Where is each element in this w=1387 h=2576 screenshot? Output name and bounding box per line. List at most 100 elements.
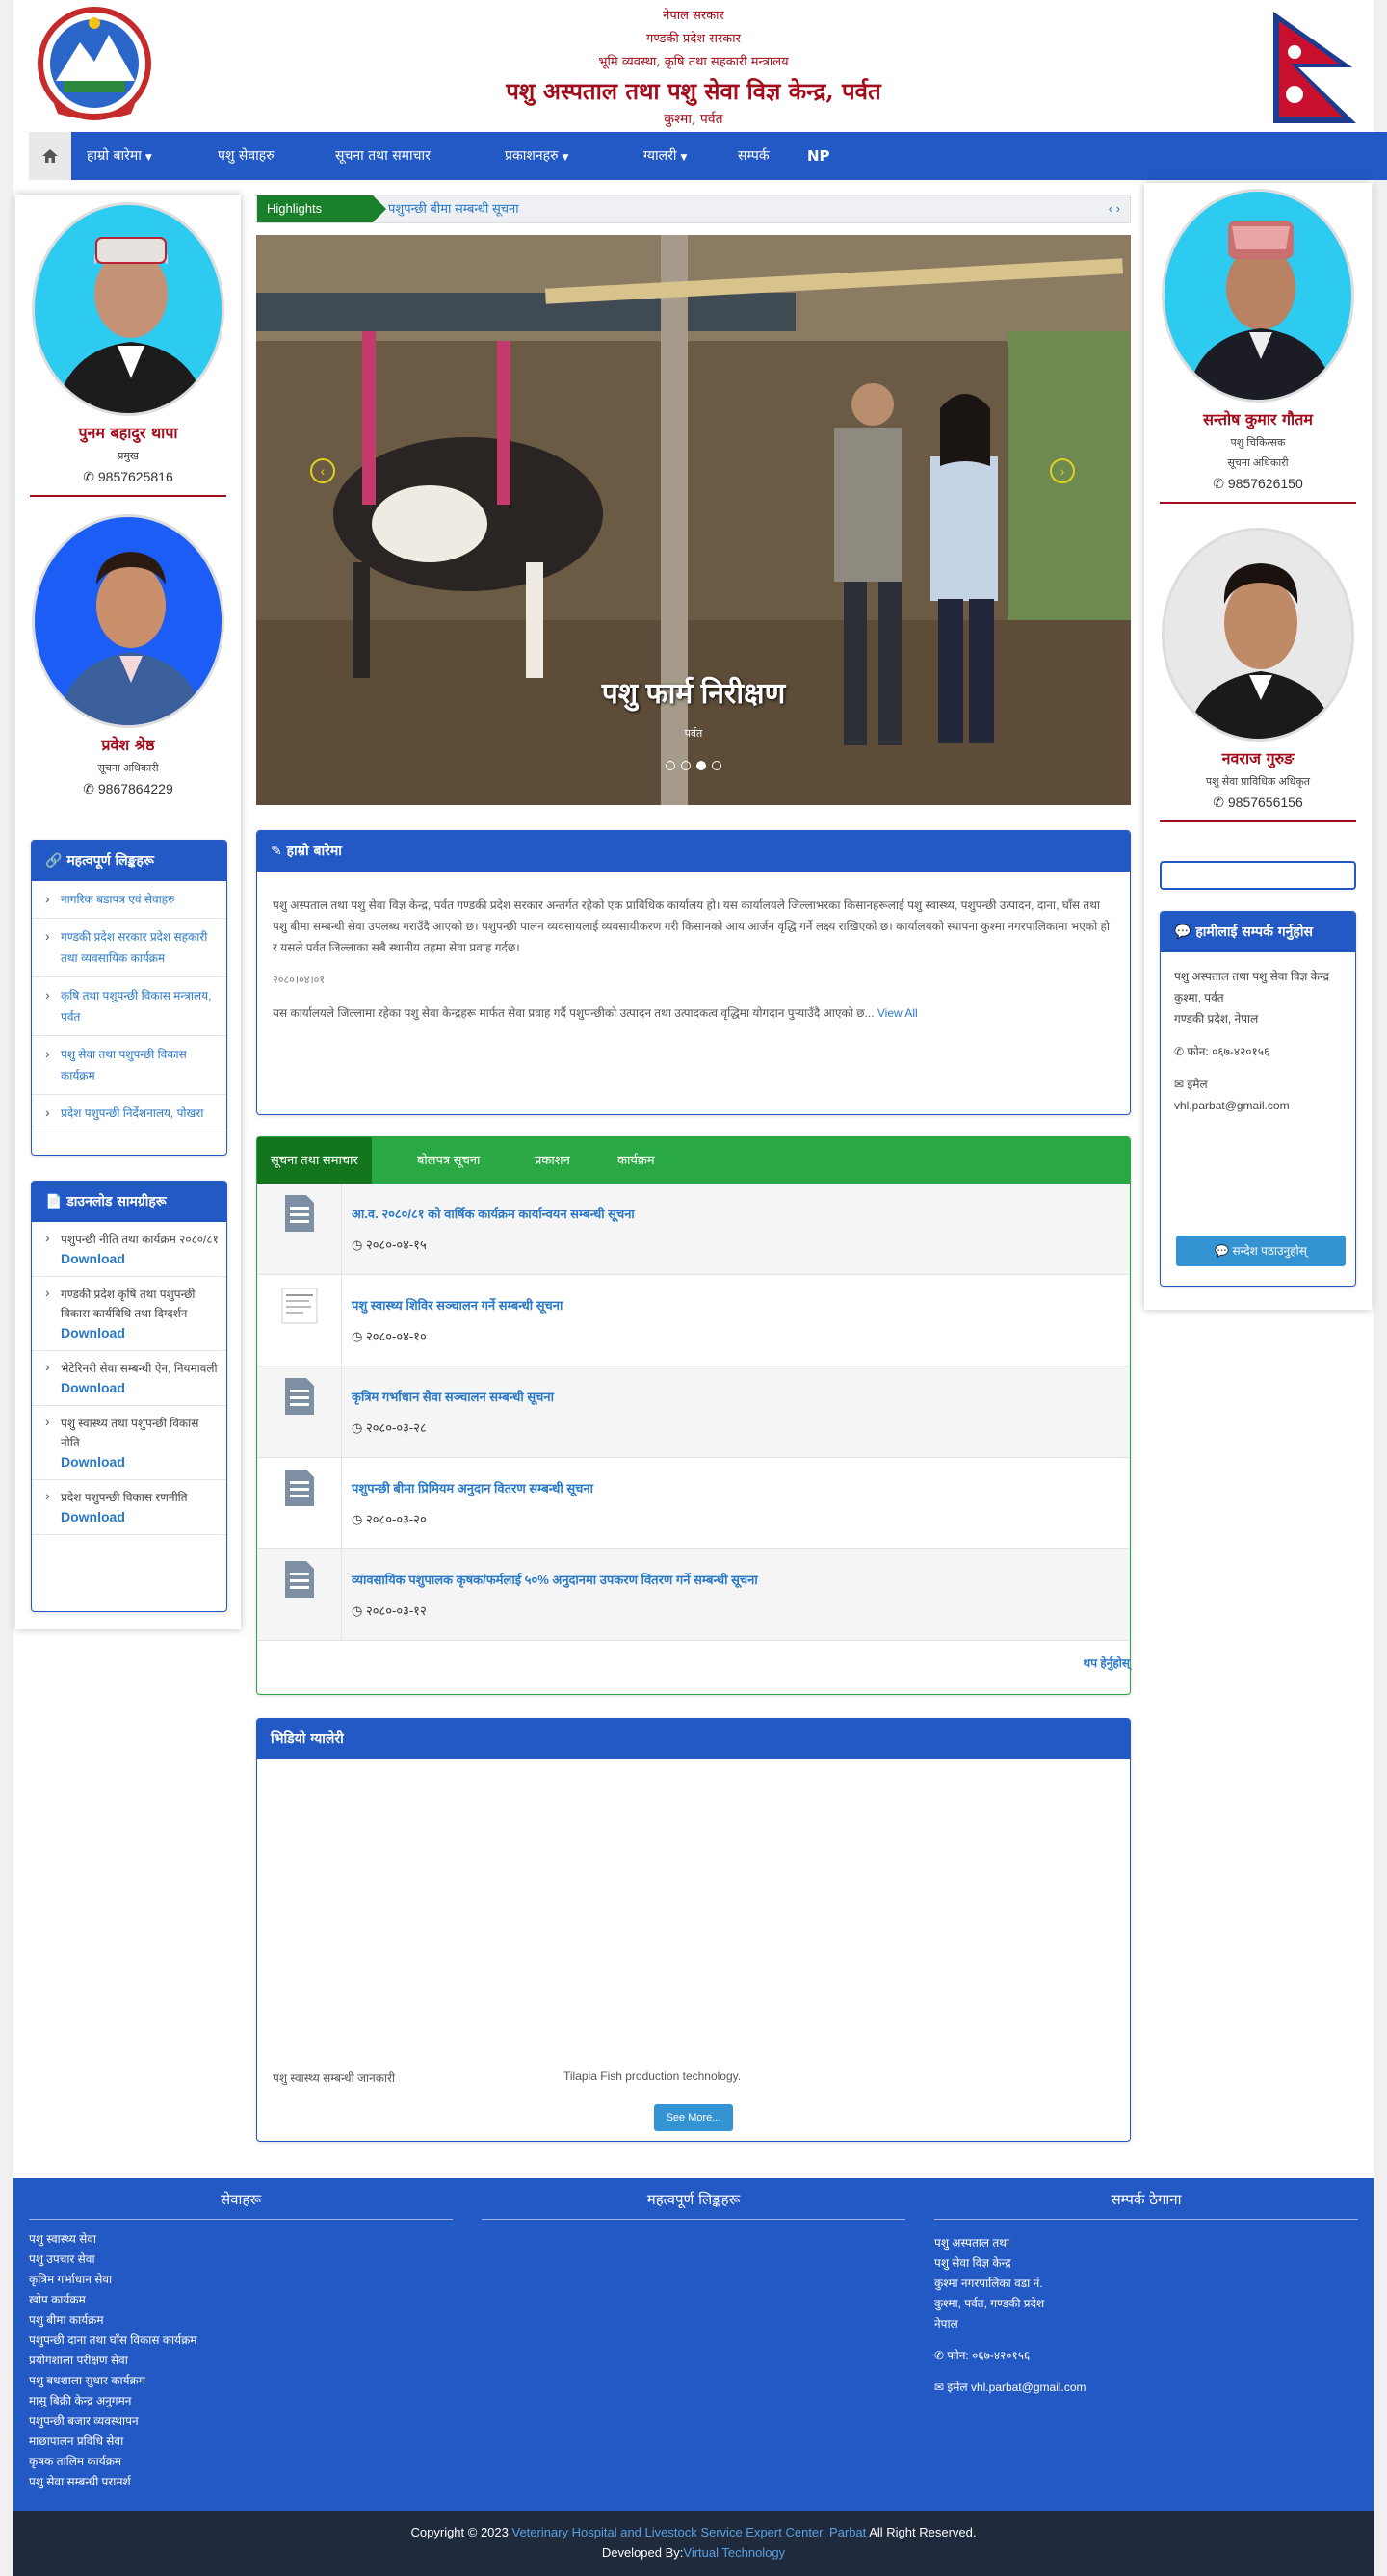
- quick-link-item[interactable]: कृषि तथा पशुपन्छी विकास मन्त्रालय, पर्वत: [32, 977, 226, 1036]
- tab-programs[interactable]: कार्यक्रम: [604, 1137, 668, 1184]
- official-phone: ✆ 9867864229: [15, 781, 241, 797]
- clock-icon: ◷: [352, 1420, 363, 1435]
- slide-photo: [256, 235, 1131, 805]
- video-gallery-header: भिडियो ग्यालेरी: [257, 1719, 1130, 1759]
- clock-icon: ◷: [352, 1512, 363, 1526]
- footer-link[interactable]: माछापालन प्रविधि सेवा: [29, 2432, 453, 2452]
- nav-gallery[interactable]: ग्यालरी ▼: [643, 132, 687, 180]
- developer-line: Developed By:Virtual Technology: [13, 2545, 1374, 2560]
- footer-link[interactable]: पशु उपचार सेवा: [29, 2250, 453, 2270]
- nav-news[interactable]: सूचना तथा समाचार: [335, 132, 431, 180]
- footer-address-line: नेपाल: [934, 2317, 958, 2330]
- envelope-icon: ✉: [934, 2381, 945, 2394]
- ticker-controls[interactable]: ‹ ›: [1109, 195, 1120, 222]
- slider-prev-icon[interactable]: ‹: [310, 458, 335, 483]
- see-more-button[interactable]: See More...: [654, 2104, 733, 2131]
- nav-services[interactable]: पशु सेवाहरु: [218, 132, 275, 180]
- tab-publications[interactable]: प्रकाशन: [521, 1137, 584, 1184]
- official-role: सूचना अधिकारी: [1227, 457, 1289, 469]
- clock-icon: ◷: [352, 1603, 363, 1618]
- slider-next-icon[interactable]: ›: [1050, 458, 1075, 483]
- view-more-link[interactable]: थप हेर्नुहोस्: [1084, 1654, 1130, 1671]
- notice-title[interactable]: पशु स्वास्थ्य शिविर सञ्चालन गर्ने सम्बन्…: [352, 1296, 1116, 1314]
- footer-link[interactable]: पशु बधशाला सुधार कार्यक्रम: [29, 2371, 453, 2391]
- notice-date: ◷ २०८०-०४-१५: [352, 1236, 427, 1253]
- quick-link-item[interactable]: गण्डकी प्रदेश सरकार प्रदेश सहकारी तथा व्…: [32, 919, 226, 977]
- tab-news[interactable]: सूचना तथा समाचार: [257, 1137, 372, 1184]
- send-message-button[interactable]: 💬 सन्देश पठाउनुहोस्: [1176, 1236, 1346, 1266]
- footer-address-line: कुश्मा नगरपालिका वडा नं.: [934, 2277, 1043, 2290]
- quick-link-item[interactable]: नागरिक बडापत्र एवं सेवाहरु: [32, 881, 226, 919]
- notice-title[interactable]: व्यावसायिक पशुपालक कृषक/फर्मलाई ५०% अनुद…: [352, 1571, 1116, 1588]
- footer-email-label: इमेल: [947, 2381, 968, 2394]
- slider-dot-active[interactable]: [696, 761, 706, 770]
- nav-publications[interactable]: प्रकाशनहरु ▼: [505, 132, 568, 180]
- document-icon: [257, 1184, 342, 1274]
- footer-link[interactable]: पशुपन्छी बजार व्यवस्थापन: [29, 2411, 453, 2432]
- view-all-link[interactable]: View All: [877, 1006, 918, 1020]
- highlights-text[interactable]: पशुपन्छी बीमा सम्बन्धी सूचना: [388, 195, 519, 222]
- slider-dot[interactable]: [681, 761, 691, 770]
- slider-dot[interactable]: [666, 761, 675, 770]
- notice-title[interactable]: पशुपन्छी बीमा प्रिमियम अनुदान वितरण सम्ब…: [352, 1479, 1116, 1496]
- slider-dot[interactable]: [712, 761, 721, 770]
- nav-about[interactable]: हाम्रो बारेमा ▼: [87, 132, 152, 180]
- page: नेपाल सरकार गण्डकी प्रदेश सरकार भूमि व्य…: [13, 0, 1387, 2576]
- download-item: भेटेरिनरी सेवा सम्बन्धी ऐन, नियमावली Down…: [32, 1351, 226, 1406]
- quick-link-item[interactable]: प्रदेश पशुपन्छी निर्देशनालय, पोखरा: [32, 1095, 226, 1132]
- official-photo: [1162, 189, 1354, 403]
- search-input[interactable]: [1160, 861, 1356, 890]
- footer-email-value[interactable]: vhl.parbat@gmail.com: [971, 2381, 1086, 2394]
- download-link[interactable]: Download: [61, 1378, 221, 1397]
- footer-link[interactable]: पशु बीमा कार्यक्रम: [29, 2310, 453, 2330]
- download-link[interactable]: Download: [61, 1507, 221, 1526]
- footer-link[interactable]: पशुपन्छी दाना तथा घाँस विकास कार्यक्रम: [29, 2330, 453, 2351]
- footer-services-title: सेवाहरू: [29, 2190, 453, 2220]
- download-link[interactable]: Download: [61, 1249, 221, 1268]
- person-avatar-icon: [1186, 563, 1336, 739]
- phone-icon: ✆: [83, 469, 94, 484]
- tab-tenders[interactable]: बोलपत्र सूचना: [404, 1137, 493, 1184]
- notice-item: कृत्रिम गर्भाधान सेवा सञ्चालन सम्बन्धी स…: [257, 1366, 1130, 1458]
- left-sidebar: पुनम बहादुर थापा प्रमुख ✆ 9857625816 प्र…: [15, 195, 241, 1629]
- home-button[interactable]: [29, 132, 71, 180]
- official-phone-number: 9857656156: [1227, 794, 1303, 810]
- footer-link[interactable]: पशु स्वास्थ्य सेवा: [29, 2229, 453, 2250]
- about-header: ✎ हाम्रो बारेमा: [257, 831, 1130, 872]
- notice-date-value: २०८०-०३-२०: [365, 1512, 427, 1526]
- video-caption[interactable]: पशु स्वास्थ्य सम्बन्धी जानकारी: [273, 2069, 395, 2086]
- footer-address-line: कुश्मा, पर्वत, गण्डकी प्रदेश: [934, 2297, 1045, 2310]
- official-card: नवराज गुरुङ पशु सेवा प्राविधिक अधिकृत ✆ …: [1144, 528, 1372, 822]
- quick-link-item[interactable]: पशु सेवा तथा पशुपन्छी विकास कार्यक्रम: [32, 1036, 226, 1095]
- edit-icon: ✎: [271, 844, 282, 859]
- notice-title[interactable]: आ.व. २०८०/८१ को वार्षिक कार्यक्रम कार्या…: [352, 1205, 1116, 1222]
- document-icon: [257, 1366, 342, 1457]
- download-link[interactable]: Download: [61, 1452, 221, 1471]
- language-toggle[interactable]: NP: [807, 132, 830, 180]
- copyright-org-link[interactable]: Veterinary Hospital and Livestock Servic…: [512, 2525, 867, 2539]
- contact-panel: 💬 हामीलाई सम्पर्क गर्नुहोस पशु अस्पताल त…: [1160, 911, 1356, 1287]
- footer-link[interactable]: कृत्रिम गर्भाधान सेवा: [29, 2270, 453, 2290]
- contact-email-value[interactable]: vhl.parbat@gmail.com: [1174, 1099, 1290, 1112]
- quick-links-header: 🔗 महत्वपूर्ण लिङ्कहरू: [32, 841, 226, 881]
- contact-address-2: गण्डकी प्रदेश, नेपाल: [1174, 1012, 1259, 1026]
- official-phone: ✆ 9857626150: [1144, 476, 1372, 492]
- developer-link[interactable]: Virtual Technology: [683, 2545, 785, 2560]
- header-line-3: भूमि व्यवस्था, कृषि तथा सहकारी मन्त्रालय: [598, 55, 789, 69]
- notice-title[interactable]: कृत्रिम गर्भाधान सेवा सञ्चालन सम्बन्धी स…: [352, 1388, 1116, 1405]
- footer-address-line: पशु सेवा विज्ञ केन्द्र: [934, 2256, 1011, 2270]
- footer-link[interactable]: प्रयोगशाला परीक्षण सेवा: [29, 2351, 453, 2371]
- official-role: प्रमुख: [118, 451, 139, 462]
- home-icon: [42, 149, 58, 163]
- footer-link[interactable]: खोप कार्यक्रम: [29, 2290, 453, 2310]
- footer-contact: सम्पर्क ठेगाना पशु अस्पताल तथा पशु सेवा …: [934, 2190, 1358, 2398]
- document-thumbnail-icon: [257, 1275, 342, 1366]
- footer-link[interactable]: मासु बिक्री केन्द्र अनुगमन: [29, 2391, 453, 2411]
- footer-contact-list: पशु अस्पताल तथा पशु सेवा विज्ञ केन्द्र क…: [934, 2233, 1358, 2398]
- footer-link[interactable]: कृषक तालिम कार्यक्रम: [29, 2452, 453, 2472]
- footer-link[interactable]: पशु सेवा सम्बन्धी परामर्श: [29, 2472, 453, 2492]
- nav-contact[interactable]: सम्पर्क: [738, 132, 770, 180]
- highlights-label: Highlights: [257, 195, 386, 222]
- download-link[interactable]: Download: [61, 1323, 221, 1342]
- video-caption[interactable]: Tilapia Fish production technology.: [563, 2069, 741, 2083]
